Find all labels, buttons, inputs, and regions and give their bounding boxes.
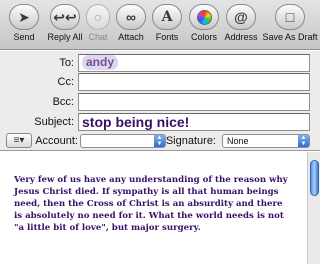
to-field[interactable]: andy: [78, 54, 310, 72]
color-wheel-icon: [189, 4, 219, 30]
address-label: Address: [224, 32, 258, 42]
compose-toolbar: ➤ Send ↩↩ Reply All ○ Chat ∞ Attach A Fo…: [0, 0, 320, 50]
reply-all-icon: ↩↩: [50, 4, 80, 30]
chat-bubble-icon: ○: [86, 4, 110, 30]
select-arrows-icon: ▲ ▼: [154, 135, 165, 147]
scroll-thumb[interactable]: [310, 160, 319, 196]
list-icon: ≡▾: [13, 135, 25, 146]
message-body-text: Very few of us have any understanding of…: [14, 175, 288, 233]
signature-label: Signature:: [165, 135, 216, 147]
account-label: Account:: [35, 135, 78, 147]
paperclip-icon: ∞: [116, 4, 146, 30]
subject-label: Subject:: [34, 116, 74, 128]
send-button[interactable]: ➤ Send: [1, 4, 47, 48]
account-select[interactable]: ▲ ▼: [80, 134, 166, 148]
font-icon: A: [152, 4, 182, 30]
save-as-draft-label: Save As Draft: [262, 32, 318, 42]
message-body[interactable]: Very few of us have any understanding of…: [0, 152, 320, 264]
save-as-draft-button[interactable]: □ Save As Draft: [262, 4, 318, 48]
recipient-token[interactable]: andy: [82, 55, 119, 70]
subject-field[interactable]: stop being nice!: [78, 113, 310, 131]
draft-icon: □: [275, 4, 305, 30]
paper-plane-icon: ➤: [9, 4, 39, 30]
cc-field[interactable]: [78, 73, 310, 91]
subject-text: stop being nice!: [82, 114, 190, 130]
bcc-field[interactable]: [78, 93, 310, 111]
header-options-button[interactable]: ≡▾: [6, 133, 32, 148]
to-label: To:: [59, 57, 74, 69]
send-label: Send: [13, 32, 35, 42]
signature-value: None: [227, 136, 249, 146]
select-arrows-icon: ▲ ▼: [298, 135, 309, 147]
cc-label: Cc:: [57, 76, 75, 88]
signature-select[interactable]: None ▲ ▼: [222, 134, 310, 148]
bcc-label: Bcc:: [52, 96, 74, 108]
address-book-icon: @: [226, 4, 256, 30]
address-button[interactable]: @ Address: [218, 4, 264, 48]
body-scrollbar[interactable]: [307, 152, 320, 264]
